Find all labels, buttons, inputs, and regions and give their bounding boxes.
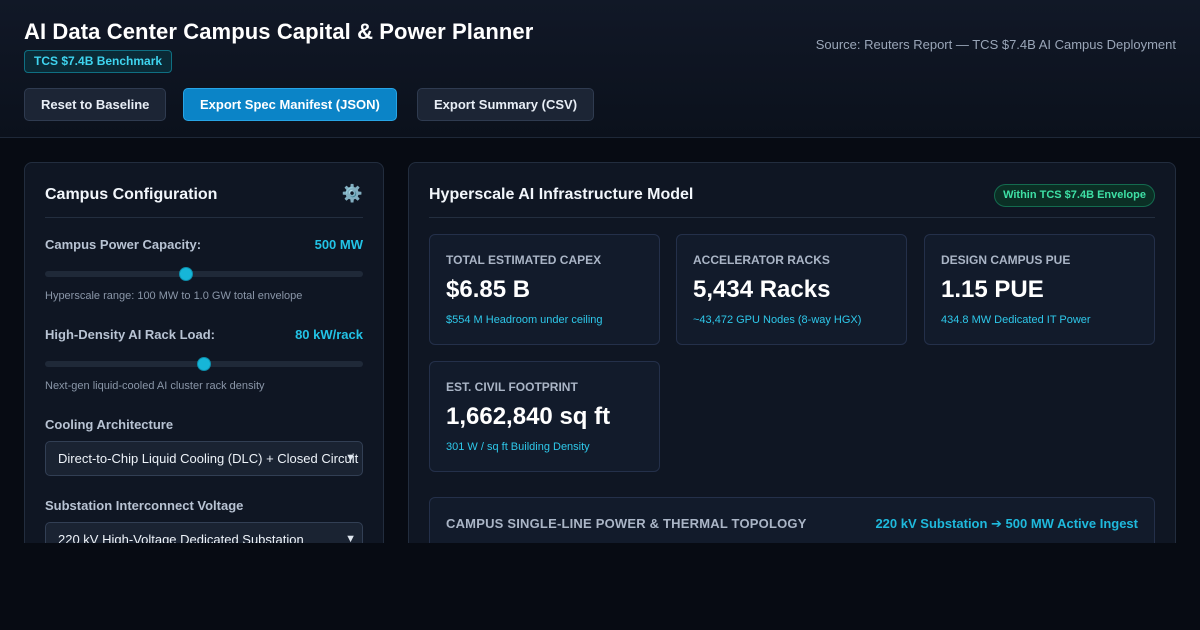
page-title: AI Data Center Campus Capital & Power Pl… [24,19,534,44]
capex-label: TOTAL ESTIMATED CAPEX [446,253,602,267]
page-background-bottom [0,543,1200,630]
config-panel-title: Campus Configuration [45,186,218,203]
chevron-down-icon: ▼ [345,452,356,464]
pue-card: DESIGN CAMPUS PUE 1.15 PUE 434.8 MW Dedi… [924,234,1155,345]
power-capacity-slider[interactable] [45,267,363,281]
reset-baseline-button[interactable]: Reset to Baseline [24,88,167,121]
model-panel-header: Hyperscale AI Infrastructure Model Withi… [429,163,1155,218]
density-note: 301 W / sq ft Building Density [446,441,590,453]
benchmark-badge: TCS $7.4B Benchmark [24,50,173,73]
rack-slider-thumb[interactable] [197,357,211,371]
racks-card: ACCELERATOR RACKS 5,434 Racks ~43,472 GP… [676,234,907,345]
capex-headroom: $554 M Headroom under ceiling [446,314,603,326]
rack-load-label: High-Density AI Rack Load: [45,327,215,342]
racks-label: ACCELERATOR RACKS [693,253,830,267]
envelope-status-badge: Within TCS $7.4B Envelope [994,184,1155,207]
footprint-card: EST. CIVIL FOOTPRINT 1,662,840 sq ft 301… [429,361,660,472]
rack-load-slider[interactable] [45,357,363,371]
model-panel-title: Hyperscale AI Infrastructure Model [429,186,694,203]
topology-status: 220 kV Substation ➔ 500 MW Active Ingest [875,516,1138,531]
infrastructure-model-panel: Hyperscale AI Infrastructure Model Withi… [408,162,1176,582]
pue-value: 1.15 PUE [941,276,1044,303]
cooling-selected-value: Direct-to-Chip Liquid Cooling (DLC) + Cl… [58,451,359,466]
footprint-value: 1,662,840 sq ft [446,403,611,430]
rack-load-value: 80 kW/rack [295,327,363,342]
gpu-nodes-note: ~43,472 GPU Nodes (8-way HGX) [693,314,862,326]
cooling-label: Cooling Architecture [45,417,174,432]
config-panel-header: Campus Configuration ⚙️ [45,163,363,218]
capex-value: $6.85 B [446,276,531,303]
source-citation: Source: Reuters Report — TCS $7.4B AI Ca… [815,37,1176,52]
campus-configuration-panel: Campus Configuration ⚙️ Campus Power Cap… [24,162,384,582]
app-header: AI Data Center Campus Capital & Power Pl… [0,0,1200,138]
power-slider-thumb[interactable] [179,267,194,281]
export-csv-button[interactable]: Export Summary (CSV) [417,88,595,121]
rack-load-hint: Next-gen liquid-cooled AI cluster rack d… [45,380,265,392]
topology-title: CAMPUS SINGLE-LINE POWER & THERMAL TOPOL… [446,516,807,531]
pue-label: DESIGN CAMPUS PUE [941,253,1071,267]
power-capacity-value: 500 MW [314,237,363,252]
capex-card: TOTAL ESTIMATED CAPEX $6.85 B $554 M Hea… [429,234,660,345]
substation-label: Substation Interconnect Voltage [45,498,244,513]
cooling-architecture-select[interactable]: Direct-to-Chip Liquid Cooling (DLC) + Cl… [45,441,363,476]
power-capacity-hint: Hyperscale range: 100 MW to 1.0 GW total… [45,290,303,302]
gear-icon[interactable]: ⚙️ [342,184,363,204]
footprint-label: EST. CIVIL FOOTPRINT [446,380,578,394]
power-capacity-label: Campus Power Capacity: [45,237,202,252]
export-json-button[interactable]: Export Spec Manifest (JSON) [183,88,397,121]
racks-value: 5,434 Racks [693,276,831,303]
it-power-note: 434.8 MW Dedicated IT Power [941,314,1091,326]
